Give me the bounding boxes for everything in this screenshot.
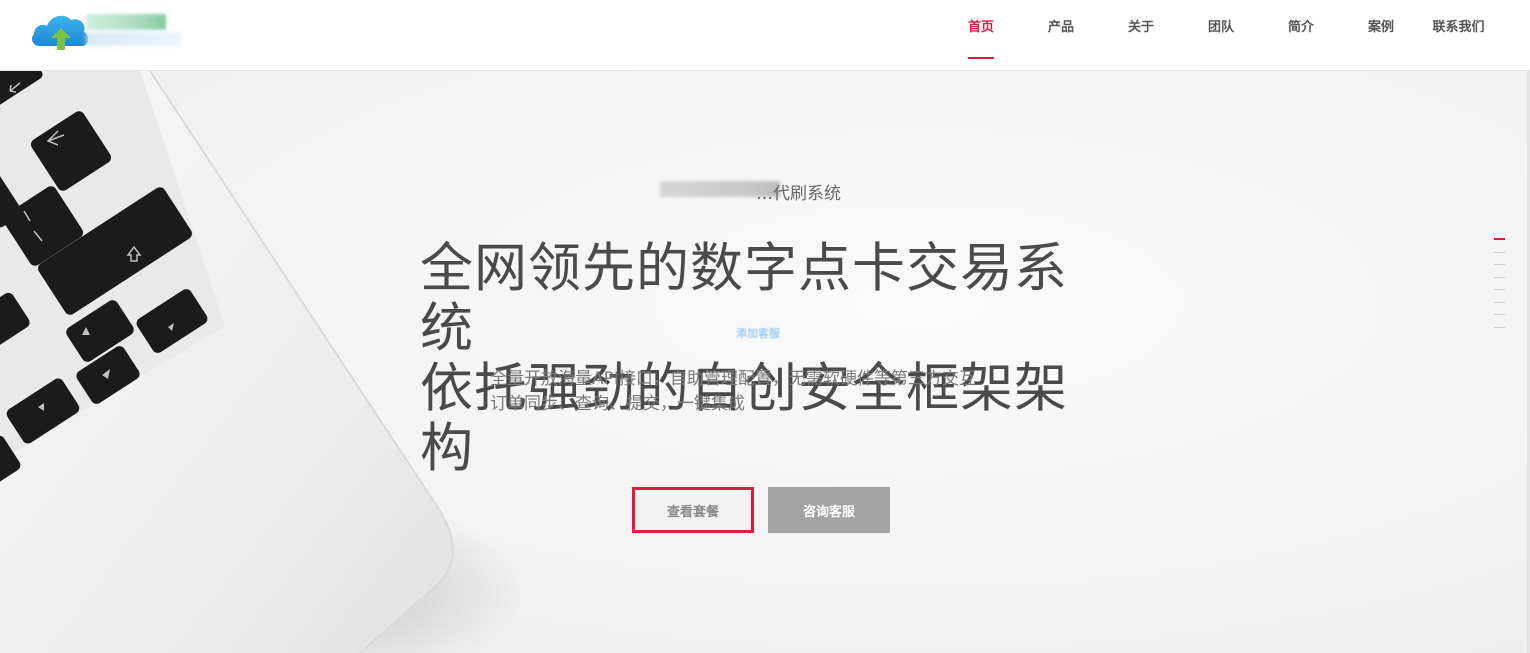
desc-line-1: 全量开放海量API接口，自助管理配置，无需软硬件等第三方交互: [490, 369, 976, 389]
nav-intro-label: 简介: [1287, 20, 1314, 35]
hero-section: …代刷系统 全网领先的数字点卡交易系统 依托强劲的自创安全框架架构 添加客服 全…: [0, 71, 1530, 653]
nav-cases[interactable]: 案例: [1341, 0, 1421, 71]
subtitle-text: …代刷系统: [756, 184, 841, 204]
cloud-upload-icon: [32, 15, 89, 50]
nav-home-label: 首页: [967, 20, 994, 35]
nav-products[interactable]: 产品: [1021, 0, 1101, 71]
nav-team[interactable]: 团队: [1181, 0, 1261, 71]
pager-dot-1[interactable]: [1494, 238, 1505, 240]
nav-home[interactable]: 首页: [941, 0, 1021, 71]
hero-description: 全量开放海量API接口，自助管理配置，无需软硬件等第三方交互 订单同步、查询、提…: [490, 367, 976, 417]
contact-support-button[interactable]: 咨询客服: [768, 487, 890, 533]
nav-team-label: 团队: [1207, 20, 1234, 35]
logo-text-blurred: [86, 14, 166, 30]
desc-line-2: 订单同步、查询、提交，一键集成: [490, 394, 745, 414]
nav-products-label: 产品: [1047, 20, 1074, 35]
view-packages-button[interactable]: 查看套餐: [632, 487, 754, 533]
nav-about-label: 关于: [1127, 20, 1154, 35]
site-logo[interactable]: [30, 8, 190, 52]
nav-active-underline: [968, 57, 994, 59]
pager-dot-8[interactable]: [1494, 326, 1505, 328]
top-header: 首页 产品 关于 团队 简介 案例 联系我们: [0, 0, 1530, 71]
nav-about[interactable]: 关于: [1101, 0, 1181, 71]
logo-subtext-blurred: [86, 32, 182, 46]
headline-line-1: 全网领先的数字点卡交易系统: [420, 238, 1068, 359]
nav-contact-label: 联系我们: [1432, 20, 1485, 35]
pager-dot-7[interactable]: [1494, 314, 1505, 315]
nav-contact[interactable]: 联系我们: [1421, 0, 1496, 71]
faint-overlay-link[interactable]: 添加客服: [736, 325, 780, 341]
pager-dot-2[interactable]: [1494, 251, 1505, 253]
hero-headline: 全网领先的数字点卡交易系统 依托强劲的自创安全框架架构: [420, 239, 1120, 479]
pager-dot-3[interactable]: [1494, 264, 1505, 265]
section-pager: [1494, 238, 1506, 339]
main-nav: 首页 产品 关于 团队 简介 案例 联系我们: [941, 0, 1496, 71]
hero-subtitle: …代刷系统: [660, 179, 880, 204]
pager-dot-4[interactable]: [1494, 276, 1505, 278]
nav-intro[interactable]: 简介: [1261, 0, 1341, 71]
pager-dot-5[interactable]: [1494, 289, 1505, 290]
nav-cases-label: 案例: [1367, 20, 1394, 35]
pager-dot-6[interactable]: [1494, 301, 1505, 303]
